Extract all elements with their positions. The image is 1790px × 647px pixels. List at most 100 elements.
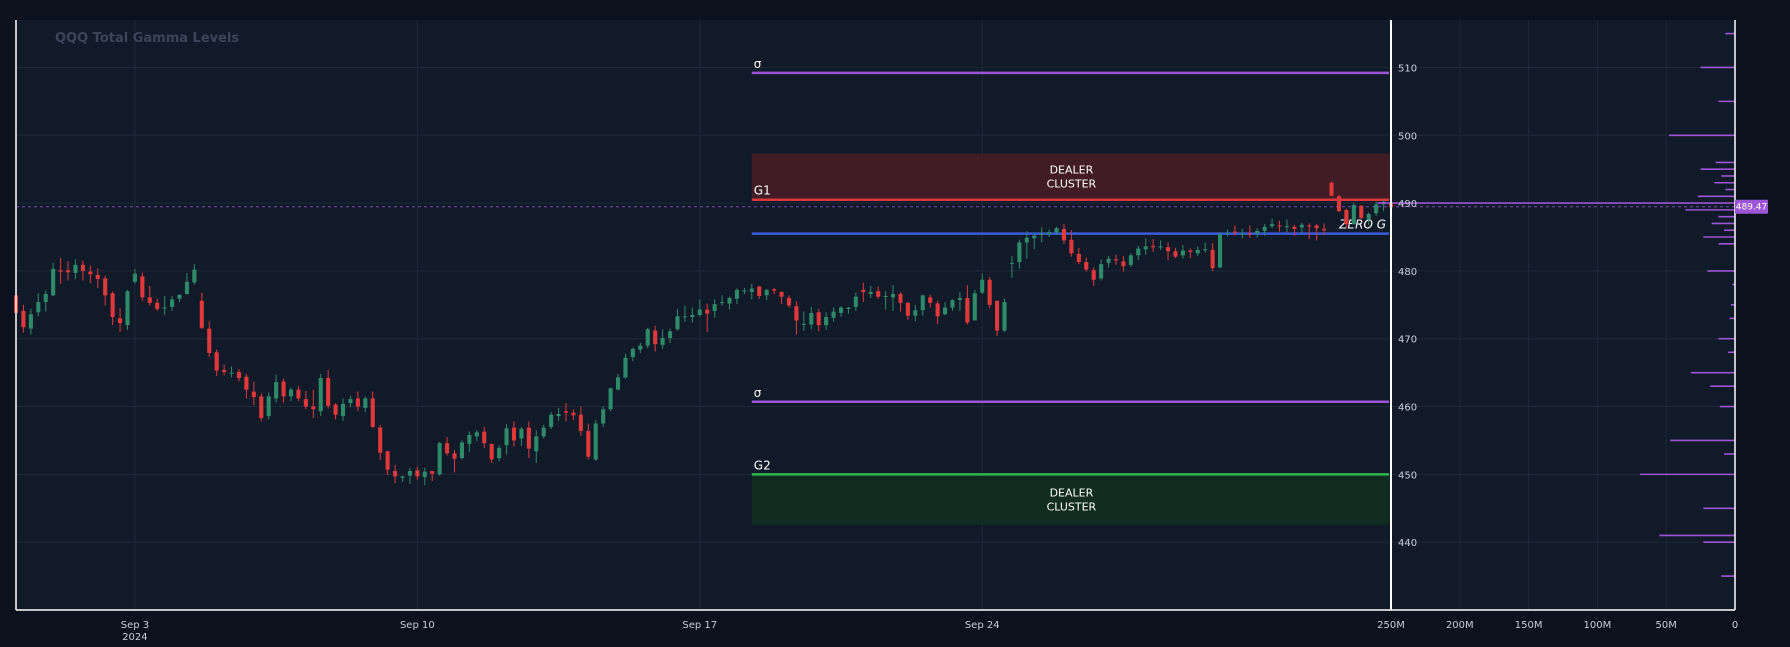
candle-body bbox=[222, 369, 227, 372]
candle-body bbox=[838, 307, 844, 313]
candle-body bbox=[1284, 226, 1289, 228]
candle-body bbox=[1262, 226, 1267, 231]
candle-body bbox=[281, 381, 286, 397]
candle-body bbox=[549, 414, 554, 427]
candle-body bbox=[519, 428, 524, 439]
candle-body bbox=[170, 299, 175, 307]
candle-body bbox=[712, 304, 717, 311]
candle-body bbox=[987, 279, 992, 305]
candle-body bbox=[816, 312, 821, 326]
level-label: G2 bbox=[754, 458, 771, 472]
candle-body bbox=[363, 398, 368, 408]
y-tick-label: 510 bbox=[1398, 63, 1417, 74]
candle-body bbox=[928, 297, 933, 303]
candle-body bbox=[615, 377, 621, 390]
candle-body bbox=[957, 298, 962, 301]
candle-body bbox=[1054, 228, 1059, 233]
candle bbox=[318, 374, 323, 417]
candle-body bbox=[757, 286, 762, 297]
candle-body bbox=[980, 279, 985, 293]
candle-body bbox=[118, 318, 123, 324]
candle-body bbox=[244, 376, 249, 390]
candle-body bbox=[1136, 248, 1141, 256]
candle bbox=[125, 289, 130, 330]
candle-body bbox=[199, 300, 204, 328]
candle-body bbox=[1218, 234, 1223, 268]
profile-tick-label: 150M bbox=[1515, 620, 1543, 631]
gamma-levels-chart[interactable]: DEALERCLUSTERDEALERCLUSTER σG1ZERO GσG2 … bbox=[0, 0, 1790, 647]
candle-body bbox=[1084, 262, 1089, 270]
candle-body bbox=[378, 427, 383, 453]
candle-body bbox=[749, 288, 754, 292]
profile-tick-label: 250M bbox=[1377, 620, 1405, 631]
y-tick-label: 440 bbox=[1398, 538, 1417, 549]
candle bbox=[259, 393, 264, 422]
candle-body bbox=[943, 307, 948, 315]
candle-body bbox=[1359, 205, 1364, 219]
gamma-chart-stage: DEALER CLUSTER DEALER CLUSTER σ G1 ZERO Gσ G2 … bbox=[0, 0, 1790, 647]
x-tick-label: Sep 17 bbox=[682, 620, 717, 631]
candle-body bbox=[1143, 246, 1148, 250]
candle-body bbox=[801, 323, 806, 325]
profile-tick-label: 100M bbox=[1584, 620, 1612, 631]
candle-body bbox=[207, 328, 212, 353]
candle-body bbox=[556, 414, 561, 417]
candle-body bbox=[155, 302, 160, 309]
candle-body bbox=[786, 298, 792, 306]
candle-body bbox=[965, 298, 970, 323]
dealer-cluster-label: CLUSTER bbox=[1047, 178, 1097, 191]
candle-body bbox=[497, 447, 502, 459]
candle-body bbox=[103, 278, 108, 296]
candle-body bbox=[28, 314, 33, 329]
level-label: σ bbox=[754, 57, 762, 71]
candle-body bbox=[541, 427, 546, 437]
profile-tick-label: 200M bbox=[1446, 620, 1474, 631]
candle bbox=[437, 441, 442, 476]
candle-body bbox=[1195, 249, 1200, 254]
candle-body bbox=[690, 315, 695, 318]
candle-body bbox=[459, 442, 464, 459]
candle bbox=[645, 327, 650, 349]
candle-body bbox=[400, 476, 405, 478]
candle-body bbox=[1165, 247, 1171, 252]
candle-body bbox=[1329, 182, 1334, 196]
candle-body bbox=[318, 378, 323, 412]
candle-body bbox=[489, 443, 494, 460]
candle-body bbox=[638, 345, 643, 350]
candle bbox=[608, 387, 613, 412]
candle-body bbox=[1180, 250, 1185, 256]
candle bbox=[593, 420, 598, 461]
candle-body bbox=[794, 306, 799, 321]
candle-body bbox=[779, 291, 784, 297]
y-tick-label: 490 bbox=[1398, 199, 1417, 210]
candle-body bbox=[1374, 204, 1379, 214]
candle-body bbox=[229, 372, 234, 374]
y-tick-label: 480 bbox=[1398, 267, 1417, 278]
candle-body bbox=[393, 470, 398, 477]
candle-body bbox=[1232, 231, 1237, 233]
candle-body bbox=[1247, 233, 1252, 235]
candle-body bbox=[43, 293, 48, 303]
candle-body bbox=[21, 310, 26, 328]
x-tick-label: Sep 10 bbox=[400, 620, 435, 631]
level-label: G1 bbox=[754, 184, 771, 198]
candle-body bbox=[1113, 259, 1119, 261]
candle-body bbox=[288, 389, 294, 397]
candle-body bbox=[407, 470, 412, 476]
candle-body bbox=[890, 293, 896, 298]
candle-body bbox=[1099, 264, 1104, 279]
last-price-label: 489.47 bbox=[1736, 203, 1768, 213]
candle-body bbox=[274, 382, 279, 399]
candle-body bbox=[348, 399, 353, 404]
candle-body bbox=[868, 291, 873, 294]
dealer-cluster-label: CLUSTER bbox=[1047, 500, 1097, 513]
candle-body bbox=[266, 396, 271, 417]
candle-body bbox=[1277, 225, 1282, 227]
candle-body bbox=[853, 296, 858, 307]
candle-body bbox=[1061, 228, 1067, 241]
candle-body bbox=[1255, 230, 1260, 234]
candle-body bbox=[995, 300, 1000, 331]
candle-body bbox=[467, 435, 472, 444]
candle-body bbox=[1322, 228, 1327, 231]
level-label: σ bbox=[754, 386, 762, 400]
